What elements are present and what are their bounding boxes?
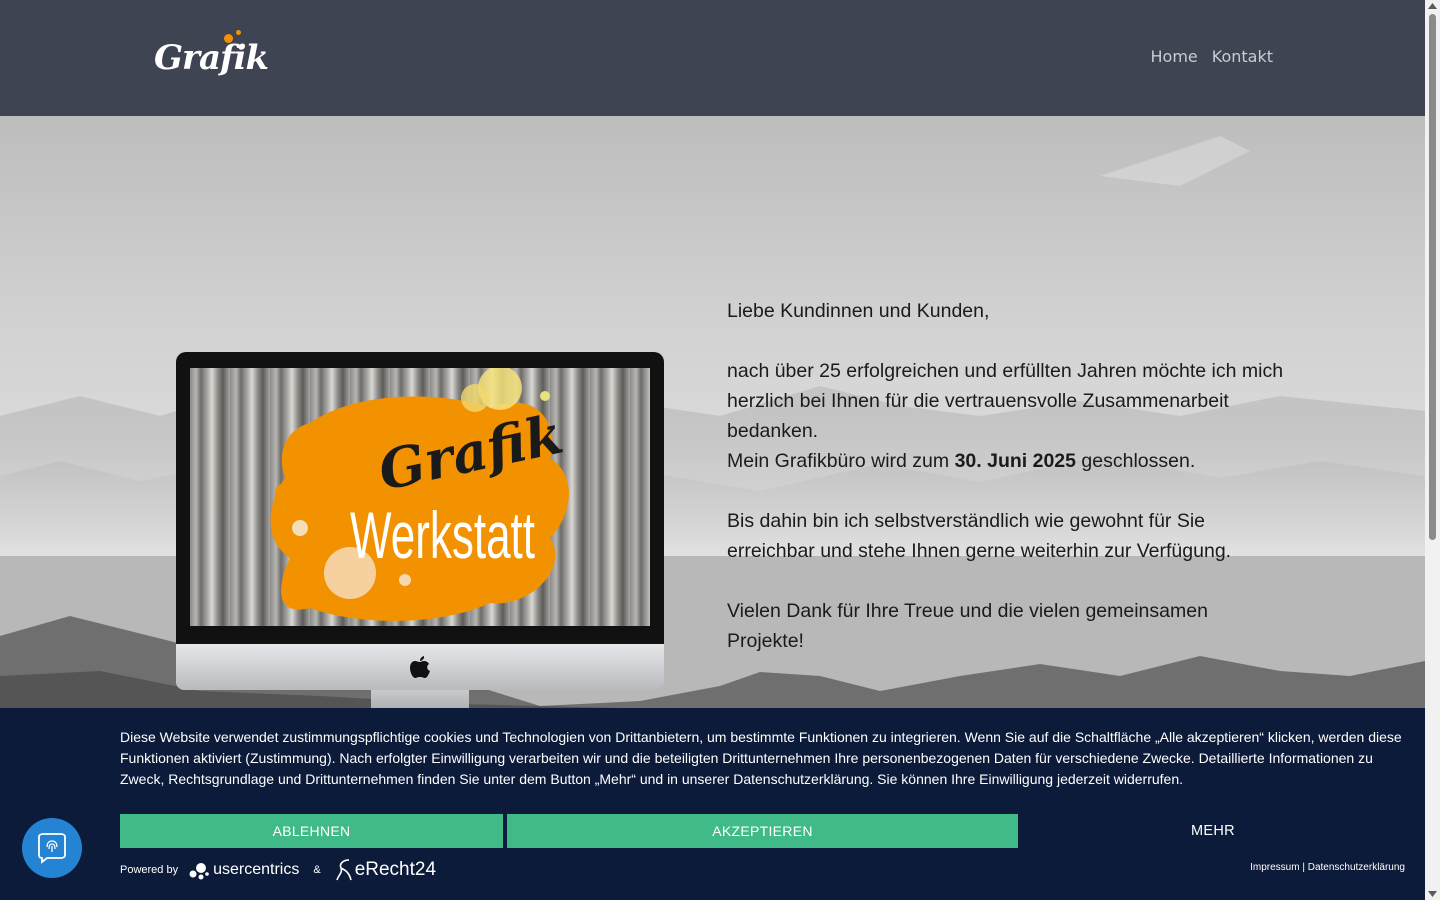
site-header: Grafik Home Kontakt bbox=[0, 0, 1425, 116]
availability-paragraph: Bis dahin bin ich selbstverständlich wie… bbox=[727, 510, 1232, 562]
monitor-stand bbox=[371, 690, 469, 708]
imac-illustration: Grafik Werkstatt bbox=[176, 352, 664, 708]
cookie-text: Diese Website verwendet zustimmungspflic… bbox=[120, 729, 1402, 787]
cookie-banner: Diese Website verwendet zustimmungspflic… bbox=[0, 708, 1425, 900]
main-nav: Home Kontakt bbox=[1151, 47, 1274, 66]
apple-icon bbox=[410, 656, 430, 678]
closing-date-paragraph: Mein Grafikbüro wird zum 30. Juni 2025 g… bbox=[727, 446, 1287, 476]
ampersand: & bbox=[313, 864, 321, 876]
usercentrics-text: usercentrics bbox=[213, 861, 300, 878]
thanks-paragraph: nach über 25 erfolgreichen und erfüllten… bbox=[727, 360, 1284, 442]
legal-separator: | bbox=[1299, 862, 1308, 873]
logo-splash-icon bbox=[224, 34, 233, 43]
scroll-up-arrow-icon[interactable] bbox=[1428, 2, 1437, 10]
monitor-screen: Grafik Werkstatt bbox=[190, 368, 650, 626]
closing-message: Liebe Kundinnen und Kunden, nach über 25… bbox=[727, 296, 1287, 686]
closing-date: 30. Juni 2025 bbox=[954, 450, 1076, 472]
accept-button[interactable]: AKZEPTIEREN bbox=[507, 814, 1018, 848]
decline-button[interactable]: ABLEHNEN bbox=[120, 814, 503, 848]
erecht24-logo[interactable]: eRecht24 bbox=[335, 858, 436, 882]
scrollbar-thumb[interactable] bbox=[1429, 14, 1436, 540]
screen-subtitle: Werkstatt bbox=[350, 498, 535, 572]
site-logo[interactable]: Grafik bbox=[154, 30, 269, 86]
greeting: Liebe Kundinnen und Kunden, bbox=[727, 300, 990, 322]
logo-text: Grafik bbox=[154, 38, 269, 78]
hero-section: Grafik Werkstatt Liebe Kundinnen und Kun… bbox=[0, 116, 1425, 708]
usercentrics-icon bbox=[189, 863, 209, 880]
logo-splash-dot bbox=[236, 30, 241, 35]
more-button[interactable]: MEHR bbox=[1018, 814, 1408, 848]
nav-kontakt-link[interactable]: Kontakt bbox=[1212, 47, 1273, 66]
closing-date-prefix: Mein Grafikbüro wird zum bbox=[727, 450, 955, 472]
erecht24-icon bbox=[335, 859, 352, 881]
nav-home-link[interactable]: Home bbox=[1151, 47, 1198, 66]
erecht24-text: eRecht24 bbox=[354, 859, 437, 880]
fingerprint-icon bbox=[38, 833, 66, 864]
legal-links: Impressum | Datenschutzerklärung bbox=[1250, 862, 1405, 873]
datenschutz-link[interactable]: Datenschutzerklärung bbox=[1308, 862, 1405, 873]
gratitude-paragraph: Vielen Dank für Ihre Treue und die viele… bbox=[727, 600, 1208, 652]
powered-by-label: Powered by bbox=[120, 864, 179, 876]
impressum-link[interactable]: Impressum bbox=[1250, 862, 1299, 873]
scroll-down-arrow-icon[interactable] bbox=[1428, 890, 1437, 898]
usercentrics-logo[interactable]: usercentrics bbox=[188, 859, 299, 881]
page-scrollbar[interactable] bbox=[1425, 0, 1440, 900]
closing-date-suffix: geschlossen. bbox=[1076, 450, 1196, 472]
powered-by: Powered by usercentrics & eRecht24 bbox=[120, 856, 436, 884]
privacy-settings-button[interactable] bbox=[22, 818, 82, 878]
grafik-werkstatt-artwork: Grafik Werkstatt bbox=[270, 368, 569, 621]
